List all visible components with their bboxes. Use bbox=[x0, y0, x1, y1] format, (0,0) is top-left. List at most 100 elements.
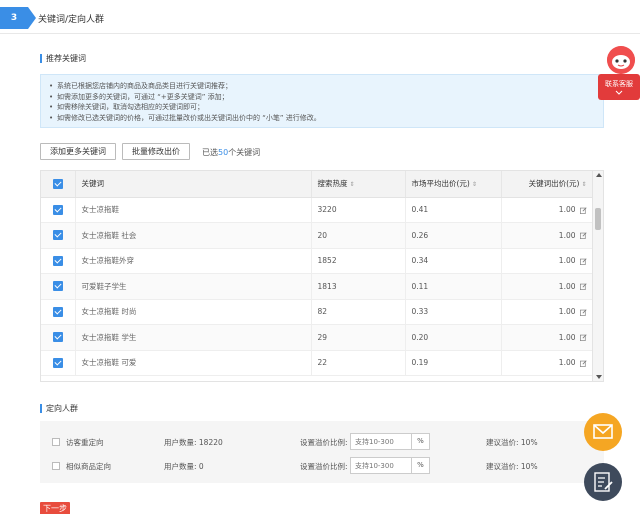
info-line: 如需移除关键词，取消勾选相应的关键词即可； bbox=[49, 102, 603, 113]
row-avg-price: 0.41 bbox=[405, 197, 502, 223]
ratio-label: 设置溢价比例: bbox=[300, 438, 348, 447]
row-avg-price: 0.11 bbox=[405, 273, 502, 300]
selected-prefix: 已选 bbox=[202, 148, 218, 157]
scroll-down-arrow-icon[interactable] bbox=[596, 375, 602, 379]
header-avg-price-label: 市场平均出价(元) bbox=[411, 179, 470, 189]
select-all-checkbox[interactable] bbox=[52, 178, 63, 189]
pencil-icon[interactable] bbox=[579, 258, 587, 265]
crowd-row: 访客重定向 用户数量: 18220 设置溢价比例: % 建议溢价: 10% bbox=[40, 432, 604, 452]
crowd-label: 访客重定向 bbox=[66, 438, 104, 447]
pencil-icon[interactable] bbox=[579, 360, 587, 367]
row-keyword: 可爱鞋子学生 bbox=[75, 273, 312, 300]
row-popularity: 82 bbox=[311, 299, 406, 325]
row-bid: 1.00 bbox=[558, 256, 576, 266]
table-row: 可爱鞋子学生 1813 0.11 1.00 bbox=[41, 273, 594, 300]
pencil-icon[interactable] bbox=[579, 232, 587, 240]
header-bid-label: 关键词出价(元) bbox=[528, 179, 580, 189]
info-line: 如需添加更多的关键词，可通过 “+更多关键词” 添加； bbox=[49, 92, 603, 103]
row-popularity: 22 bbox=[311, 350, 406, 376]
table-header-row: 关键词 搜索热度 ⇕ 市场平均出价(元) ⇕ 关键词出价(元) ⇕ bbox=[41, 171, 594, 198]
row-bid: 1.00 bbox=[558, 205, 576, 215]
suggested-premium: 建议溢价: 10% bbox=[486, 462, 538, 471]
row-bid: 1.00 bbox=[558, 358, 576, 368]
row-bid: 1.00 bbox=[558, 332, 576, 342]
row-keyword: 女士凉拖鞋 可爱 bbox=[75, 350, 312, 376]
pencil-icon[interactable] bbox=[579, 334, 587, 342]
pencil-icon[interactable] bbox=[579, 283, 587, 291]
sort-icon[interactable]: ⇕ bbox=[581, 181, 586, 188]
suggested-premium: 建议溢价: 10% bbox=[486, 438, 538, 447]
row-keyword: 女士凉拖鞋 社会 bbox=[75, 222, 312, 249]
info-line: 系统已根据您店铺内的商品及商品类目进行关键词推荐； bbox=[49, 81, 603, 92]
header-avg-price[interactable]: 市场平均出价(元) ⇕ bbox=[405, 171, 502, 198]
row-avg-price: 0.20 bbox=[405, 324, 502, 351]
step-title: 关键词/定向人群 bbox=[38, 15, 105, 25]
row-bid: 1.00 bbox=[558, 230, 576, 240]
pencil-icon[interactable] bbox=[579, 207, 587, 214]
row-keyword: 女士凉拖鞋 bbox=[75, 197, 312, 223]
row-popularity: 3220 bbox=[311, 197, 406, 223]
table-row: 女士凉拖鞋外穿 1852 0.34 1.00 bbox=[41, 248, 594, 274]
header-bid[interactable]: 关键词出价(元) ⇕ bbox=[501, 171, 594, 198]
header-popularity[interactable]: 搜索热度 ⇕ bbox=[311, 171, 406, 198]
table-row: 女士凉拖鞋 时尚 82 0.33 1.00 bbox=[41, 299, 594, 325]
row-keyword: 女士凉拖鞋外穿 bbox=[75, 248, 312, 274]
table-scrollbar[interactable] bbox=[592, 171, 603, 381]
keywords-section-title: 推荐关键词 bbox=[40, 54, 86, 63]
crowd-checkbox[interactable] bbox=[52, 462, 60, 470]
table-row: 女士凉拖鞋 可爱 22 0.19 1.00 bbox=[41, 350, 594, 376]
keyword-table: 关键词 搜索热度 ⇕ 市场平均出价(元) ⇕ 关键词出价(元) ⇕ 女士凉拖鞋 322… bbox=[40, 170, 604, 382]
pencil-icon[interactable] bbox=[579, 309, 587, 316]
scroll-up-arrow-icon[interactable] bbox=[596, 173, 602, 177]
mascot-icon bbox=[607, 46, 635, 74]
crowd-checkbox[interactable] bbox=[52, 438, 60, 446]
table-row: 女士凉拖鞋 学生 29 0.20 1.00 bbox=[41, 324, 594, 351]
row-checkbox[interactable] bbox=[52, 255, 63, 266]
sort-icon[interactable]: ⇕ bbox=[472, 181, 477, 188]
premium-ratio-input[interactable] bbox=[350, 433, 412, 450]
row-popularity: 1813 bbox=[311, 273, 406, 300]
row-checkbox[interactable] bbox=[52, 306, 63, 317]
feedback-button[interactable] bbox=[584, 463, 622, 501]
row-checkbox[interactable] bbox=[52, 357, 63, 368]
contact-support-widget[interactable]: 联系客服 bbox=[598, 46, 640, 102]
scroll-thumb[interactable] bbox=[595, 208, 601, 230]
percent-unit: % bbox=[411, 433, 430, 450]
contact-label: 联系客服 bbox=[605, 80, 633, 88]
row-checkbox[interactable] bbox=[52, 332, 63, 343]
row-checkbox[interactable] bbox=[52, 281, 63, 292]
sort-icon[interactable]: ⇕ bbox=[350, 181, 355, 188]
row-checkbox[interactable] bbox=[52, 204, 63, 215]
row-bid: 1.00 bbox=[558, 281, 576, 291]
crowd-label: 相似商品定向 bbox=[66, 462, 111, 471]
contact-bar[interactable]: 联系客服 bbox=[598, 74, 640, 100]
mail-button[interactable] bbox=[584, 413, 622, 451]
next-step-button[interactable]: 下一步 bbox=[40, 502, 70, 514]
crowd-section-title: 定向人群 bbox=[40, 404, 78, 413]
row-popularity: 1852 bbox=[311, 248, 406, 274]
info-line: 如需修改已选关键词的价格，可通过批量改价或出关键词出价中的 “小笔” 进行修改。 bbox=[49, 113, 603, 124]
row-checkbox[interactable] bbox=[52, 230, 63, 241]
batch-edit-bid-button[interactable]: 批量修改出价 bbox=[122, 143, 190, 160]
crowd-row: 相似商品定向 用户数量: 0 设置溢价比例: % 建议溢价: 10% bbox=[40, 456, 604, 476]
premium-ratio-input[interactable] bbox=[350, 457, 412, 474]
header-popularity-label: 搜索热度 bbox=[317, 179, 348, 189]
row-popularity: 29 bbox=[311, 324, 406, 351]
selected-suffix: 个关键词 bbox=[228, 148, 261, 157]
table-row: 女士凉拖鞋 3220 0.41 1.00 bbox=[41, 197, 594, 223]
step-header: 3 关键词/定向人群 bbox=[0, 0, 640, 34]
row-avg-price: 0.34 bbox=[405, 248, 502, 274]
crowd-users: 用户数量: 0 bbox=[164, 462, 204, 471]
selected-count-text: 已选50个关键词 bbox=[202, 147, 260, 158]
row-avg-price: 0.33 bbox=[405, 299, 502, 325]
row-bid: 1.00 bbox=[558, 307, 576, 317]
header-keyword: 关键词 bbox=[75, 171, 312, 198]
row-avg-price: 0.26 bbox=[405, 222, 502, 249]
add-more-keywords-button[interactable]: 添加更多关键词 bbox=[40, 143, 116, 160]
row-popularity: 20 bbox=[311, 222, 406, 249]
crowd-panel: 访客重定向 用户数量: 18220 设置溢价比例: % 建议溢价: 10% 相似… bbox=[40, 421, 604, 483]
crowd-users: 用户数量: 18220 bbox=[164, 438, 223, 447]
row-avg-price: 0.19 bbox=[405, 350, 502, 376]
info-notice: 系统已根据您店铺内的商品及商品类目进行关键词推荐； 如需添加更多的关键词，可通过… bbox=[40, 74, 604, 128]
select-all-cell[interactable] bbox=[41, 171, 76, 198]
